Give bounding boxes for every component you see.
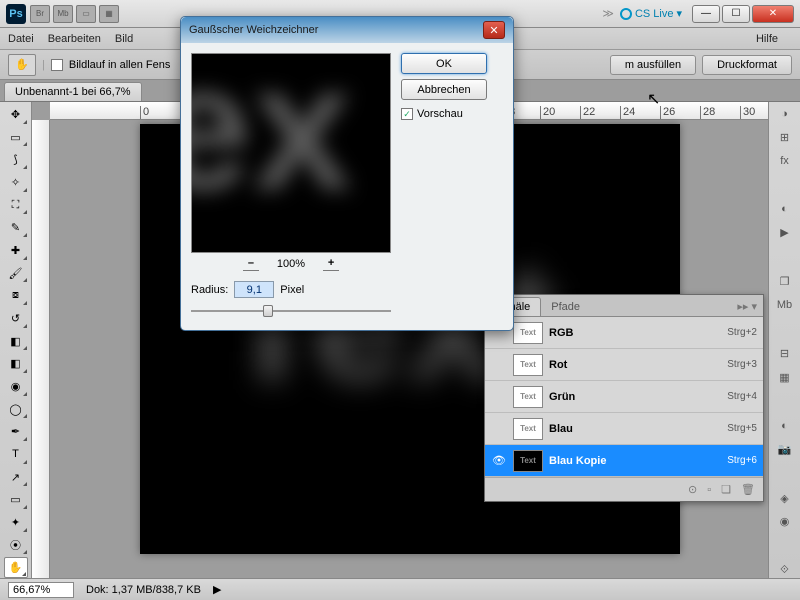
wand-tool[interactable]: ✧: [4, 172, 28, 193]
maximize-button[interactable]: ☐: [722, 5, 750, 23]
cs-live-button[interactable]: CS Live ▾: [620, 7, 682, 20]
nav-panel-icon[interactable]: ◐: [774, 418, 796, 434]
gaussian-blur-dialog: Gaußscher Weichzeichner ✕ ex – 100% + Ra…: [180, 16, 514, 331]
swatches-panel-icon[interactable]: ⊞: [774, 130, 796, 146]
status-arrow-icon[interactable]: ▶: [213, 583, 221, 596]
styles-panel-icon[interactable]: fx: [774, 153, 796, 169]
channel-name: RGB: [549, 327, 721, 339]
measure-panel-icon[interactable]: ⟐: [774, 562, 796, 578]
cancel-button[interactable]: Abbrechen: [401, 79, 487, 100]
minimize-button[interactable]: —: [692, 5, 720, 23]
layers-panel-icon[interactable]: ❐: [774, 274, 796, 290]
shape-tool[interactable]: ▭: [4, 489, 28, 510]
channels-panel: Kanäle Pfade ▸▸ ▾ Text RGB Strg+2 Text R…: [484, 294, 764, 502]
zoom-field[interactable]: 66,67%: [8, 582, 74, 598]
channel-thumb: Text: [513, 322, 543, 344]
pen-tool[interactable]: ✒: [4, 421, 28, 442]
channel-row-blue[interactable]: Text Blau Strg+5: [485, 413, 763, 445]
panel-menu-icon[interactable]: ▸▸ ▾: [731, 297, 763, 316]
photoshop-icon: Ps: [6, 4, 26, 24]
menu-help[interactable]: Hilfe: [756, 33, 778, 45]
move-tool[interactable]: ✥: [4, 104, 28, 125]
zoom-out-button[interactable]: –: [243, 257, 259, 271]
menu-image[interactable]: Bild: [115, 33, 133, 45]
channel-row-red[interactable]: Text Rot Strg+3: [485, 349, 763, 381]
document-tab[interactable]: Unbenannt-1 bei 66,7%: [4, 82, 142, 101]
tab-paths[interactable]: Pfade: [541, 298, 590, 316]
stamp-tool[interactable]: ⧇: [4, 285, 28, 306]
3d-cam-tool[interactable]: ⦿: [4, 535, 28, 556]
history-panel-icon[interactable]: ⊟: [774, 346, 796, 362]
visibility-icon[interactable]: 👁: [491, 454, 507, 467]
3d-tool[interactable]: ✦: [4, 512, 28, 533]
cam-panel-icon[interactable]: ◉: [774, 514, 796, 530]
radius-slider[interactable]: [191, 302, 391, 320]
autoscroll-checkbox[interactable]: [51, 59, 63, 71]
channel-row-green[interactable]: Text Grün Strg+4: [485, 381, 763, 413]
fill-button[interactable]: m ausfüllen: [610, 55, 696, 75]
lasso-tool[interactable]: ⟆: [4, 149, 28, 170]
panel-dock: ◑ ⊞ fx ◐ ▶ ❐ Mb ⊟ ▦ ◐ 📷 ◈ ◉ ⟐: [768, 102, 800, 578]
channel-shortcut: Strg+2: [727, 327, 757, 338]
doc-size-label: Dok: 1,37 MB/838,7 KB: [86, 584, 201, 596]
dialog-title: Gaußscher Weichzeichner: [189, 24, 483, 36]
eraser-tool[interactable]: ◧: [4, 331, 28, 352]
history-brush-tool[interactable]: ↺: [4, 308, 28, 329]
minibridge-icon[interactable]: Mb: [53, 5, 73, 23]
3d-panel-icon[interactable]: ◈: [774, 490, 796, 506]
bridge-icon[interactable]: Br: [30, 5, 50, 23]
dodge-tool[interactable]: ◯: [4, 399, 28, 420]
radius-unit: Pixel: [280, 284, 304, 296]
load-sel-icon[interactable]: ⊙: [688, 483, 697, 496]
actions-panel-icon[interactable]: ▦: [774, 370, 796, 386]
autoscroll-label: Bildlauf in allen Fens: [69, 59, 171, 71]
channel-row-rgb[interactable]: Text RGB Strg+2: [485, 317, 763, 349]
save-sel-icon[interactable]: ▫: [707, 484, 711, 496]
dialog-preview: ex – 100% + Radius: Pixel: [191, 53, 391, 320]
marquee-tool[interactable]: ▭: [4, 127, 28, 148]
delete-channel-icon[interactable]: 🗑: [741, 483, 755, 496]
dialog-close-button[interactable]: ✕: [483, 21, 505, 39]
preview-checkbox[interactable]: ✓: [401, 108, 413, 120]
preview-image[interactable]: ex: [191, 53, 391, 253]
mb-panel-icon[interactable]: Mb: [774, 297, 796, 313]
tools-panel: ✥ ▭ ⟆ ✧ ⛶ ✎ ✚ 🖌 ⧇ ↺ ◧ ◧ ◉ ◯ ✒ T ↗ ▭ ✦ ⦿ …: [0, 102, 32, 578]
info-panel-icon[interactable]: 📷: [774, 442, 796, 458]
menu-file[interactable]: Datei: [8, 33, 34, 45]
close-button[interactable]: ✕: [752, 5, 794, 23]
eyedropper-tool[interactable]: ✎: [4, 217, 28, 238]
gradient-tool[interactable]: ◧: [4, 353, 28, 374]
print-format-button[interactable]: Druckformat: [702, 55, 792, 75]
radius-input[interactable]: [234, 281, 274, 298]
zoom-in-button[interactable]: +: [323, 257, 339, 271]
blur-tool[interactable]: ◉: [4, 376, 28, 397]
prev-icon[interactable]: ≫: [602, 7, 614, 20]
hand-tool[interactable]: ✋: [4, 557, 28, 578]
adjust-panel-icon[interactable]: ◐: [774, 202, 796, 218]
menu-edit[interactable]: Bearbeiten: [48, 33, 101, 45]
color-panel-icon[interactable]: ◑: [774, 106, 796, 122]
brush-tool[interactable]: 🖌: [4, 263, 28, 284]
ok-button[interactable]: OK: [401, 53, 487, 74]
panel-tabs: Kanäle Pfade ▸▸ ▾: [485, 295, 763, 317]
type-tool[interactable]: T: [4, 444, 28, 465]
crop-tool[interactable]: ⛶: [4, 195, 28, 216]
preview-label: Vorschau: [417, 108, 463, 120]
screenmode-icon[interactable]: ▭: [76, 5, 96, 23]
panel-footer: ⊙ ▫ ❏ 🗑: [485, 477, 763, 501]
new-channel-icon[interactable]: ❏: [721, 483, 731, 496]
path-tool[interactable]: ↗: [4, 467, 28, 488]
heal-tool[interactable]: ✚: [4, 240, 28, 261]
radius-label: Radius:: [191, 284, 228, 296]
dialog-titlebar[interactable]: Gaußscher Weichzeichner ✕: [181, 17, 513, 43]
arrange-icon[interactable]: ▦: [99, 5, 119, 23]
channel-row-blue-copy[interactable]: 👁 Text Blau Kopie Strg+6: [485, 445, 763, 477]
status-bar: 66,67% Dok: 1,37 MB/838,7 KB ▶: [0, 578, 800, 600]
masks-panel-icon[interactable]: ▶: [774, 225, 796, 241]
ruler-vertical: [32, 120, 50, 578]
current-tool-icon[interactable]: ✋: [8, 54, 36, 76]
zoom-level: 100%: [277, 258, 305, 270]
